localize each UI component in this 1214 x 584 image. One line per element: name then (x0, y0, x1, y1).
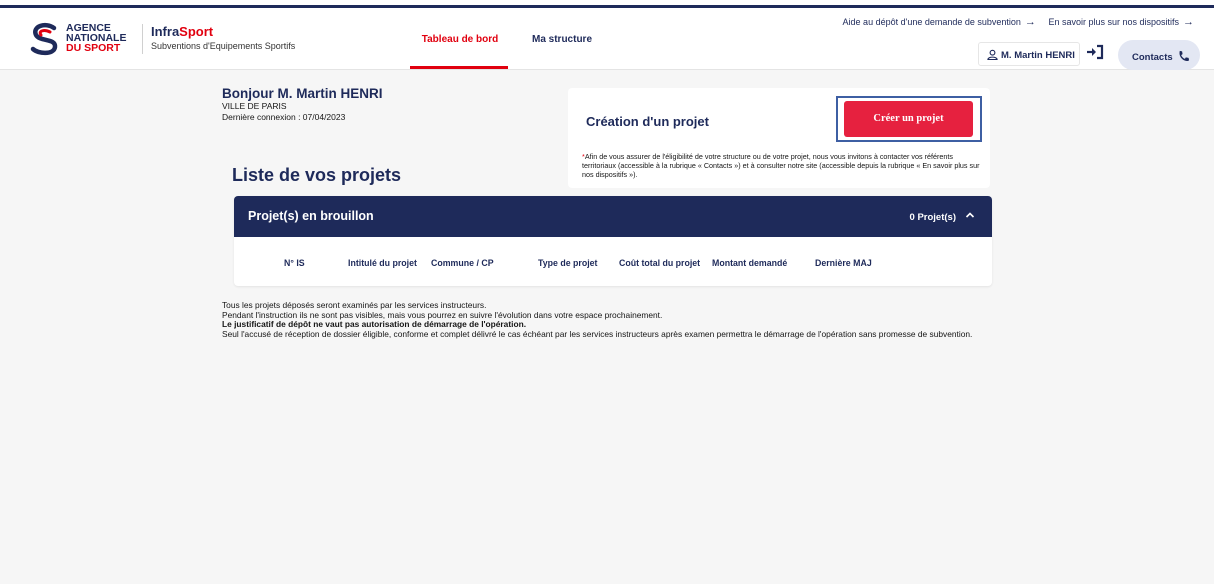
logo-separator (142, 24, 143, 54)
projects-list-title: Liste de vos projets (232, 165, 402, 185)
logout-icon[interactable] (1086, 44, 1104, 60)
create-project-card: Création d'un projet Créer un projet *Af… (568, 88, 990, 188)
arrow-right-icon: → (1024, 16, 1036, 28)
organization-name: VILLE DE PARIS (222, 101, 287, 111)
column-header-is-number[interactable]: N° IS (284, 258, 305, 268)
column-header-requested-amount[interactable]: Montant demandé (712, 258, 787, 268)
arrow-right-icon: → (1183, 16, 1194, 28)
top-accent-bar (0, 0, 1214, 8)
draft-panel-title: Projet(s) en brouillon (248, 209, 374, 223)
last-login: Dernière connexion : 07/04/2023 (222, 112, 346, 122)
create-project-button[interactable]: Créer un projet (844, 101, 973, 137)
user-name: M. Martin HENRI (1001, 50, 1075, 61)
info-line: Seul l'accusé de réception de dossier él… (222, 328, 973, 339)
processing-information: Tous les projets déposés seront examinés… (222, 300, 1012, 339)
more-info-link[interactable]: En savoir plus sur nos dispositifs (1048, 17, 1179, 27)
top-links: Aide au dépôt d'une demande de subventio… (839, 16, 1200, 28)
column-header-municipality[interactable]: Commune / CP (431, 258, 494, 268)
user-icon (987, 49, 998, 61)
greeting-title: Bonjour M. Martin HENRI (222, 86, 383, 101)
eligibility-note: *Afin de vous assurer de l'éligibilité d… (582, 152, 980, 180)
column-header-last-update[interactable]: Dernière MAJ (815, 258, 872, 268)
help-link[interactable]: Aide au dépôt d'une demande de subventio… (843, 17, 1021, 27)
nav-tab-structure[interactable]: Ma structure (532, 34, 592, 45)
phone-icon (1179, 50, 1189, 62)
logo-wordmark: AGENCE NATIONALE DU SPORT (66, 22, 127, 54)
site-header: AGENCE NATIONALE DU SPORT InfraSport Sub… (0, 8, 1214, 70)
contacts-label: Contacts (1132, 52, 1173, 63)
column-header-total-cost[interactable]: Coût total du projet (619, 258, 700, 268)
app-name: InfraSport (151, 24, 214, 39)
create-project-title: Création d'un projet (586, 114, 709, 129)
draft-panel-header[interactable]: Projet(s) en brouillon 0 Projet(s) (234, 196, 992, 237)
draft-projects-panel: Projet(s) en brouillon 0 Projet(s) N° IS… (234, 196, 992, 286)
app-subtitle: Subventions d'Equipements Sportifs (151, 41, 296, 51)
chevron-up-icon[interactable] (965, 211, 975, 219)
active-tab-indicator (410, 66, 508, 69)
contacts-button[interactable]: Contacts (1118, 40, 1200, 70)
nav-tab-dashboard[interactable]: Tableau de bord (412, 34, 508, 45)
column-header-project-title[interactable]: Intitulé du projet (348, 258, 417, 268)
user-account-button[interactable]: M. Martin HENRI (978, 42, 1080, 66)
sport-s-logo-icon (30, 22, 58, 56)
draft-count: 0 Projet(s) (909, 212, 956, 223)
agence-nationale-du-sport-logo[interactable]: AGENCE NATIONALE DU SPORT (28, 22, 134, 58)
column-header-project-type[interactable]: Type de projet (538, 258, 597, 268)
greeting-block: Bonjour M. Martin HENRI VILLE DE PARIS D… (222, 86, 383, 123)
